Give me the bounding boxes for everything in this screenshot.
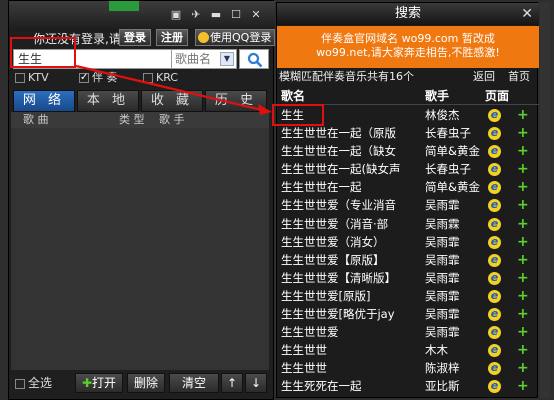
- desktop: ▣ ✈ ▬ ☐ ✕ 你还没有登录,请 登录 注册 使用QQ登录 生生 歌曲名 ▼: [0, 0, 554, 400]
- annotation-arrow: [75, 64, 272, 115]
